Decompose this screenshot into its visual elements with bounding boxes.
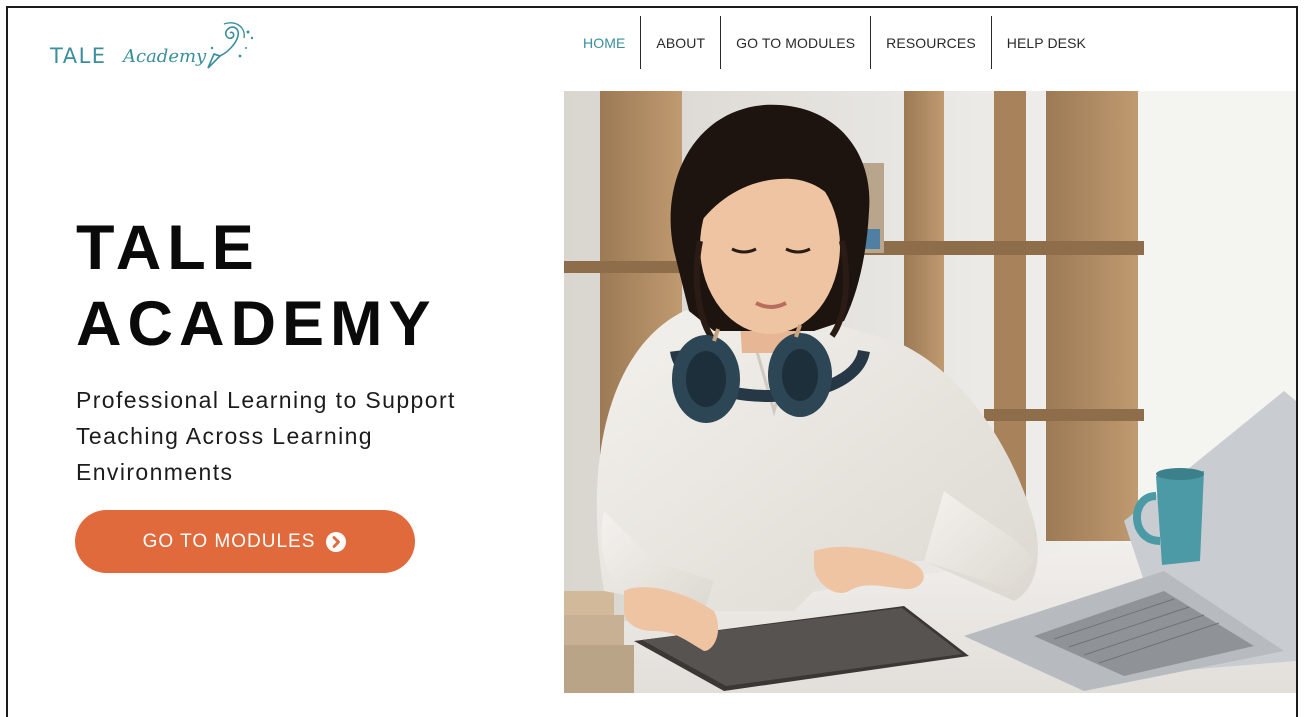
hero-subtitle-line2: Teaching Across Learning	[76, 423, 373, 449]
site-logo[interactable]: TALE Academy	[50, 18, 260, 78]
nav-go-to-modules[interactable]: GO TO MODULES	[720, 16, 870, 69]
woman-with-headphones-using-tablet-photo	[564, 91, 1296, 693]
hero-subtitle-line3: Environments	[76, 459, 234, 485]
hero-subtitle-line1: Professional Learning to Support	[76, 387, 456, 413]
hero-title-line1: TALE	[76, 213, 260, 283]
go-to-modules-button[interactable]: GO TO MODULES	[75, 510, 415, 573]
hero-subtitle: Professional Learning to Support Teachin…	[76, 382, 526, 490]
pencil-swirl-icon	[207, 22, 254, 69]
hero-title-line2: ACADEMY	[76, 289, 437, 359]
nav-resources[interactable]: RESOURCES	[870, 16, 991, 69]
page-frame: TALE Academy HOME ABOUT GO TO MODULES RE…	[6, 6, 1298, 717]
logo-word-tale: TALE	[50, 44, 107, 68]
nav-home[interactable]: HOME	[568, 16, 640, 69]
chevron-circle-right-icon	[326, 531, 347, 552]
go-to-modules-button-label: GO TO MODULES	[142, 530, 316, 552]
logo-word-academy: Academy	[123, 46, 207, 67]
hero-title: TALE ACADEMY	[76, 210, 496, 362]
nav-about[interactable]: ABOUT	[640, 16, 720, 69]
main-nav: HOME ABOUT GO TO MODULES RESOURCES HELP …	[568, 16, 1101, 69]
nav-help-desk[interactable]: HELP DESK	[990, 16, 1101, 69]
